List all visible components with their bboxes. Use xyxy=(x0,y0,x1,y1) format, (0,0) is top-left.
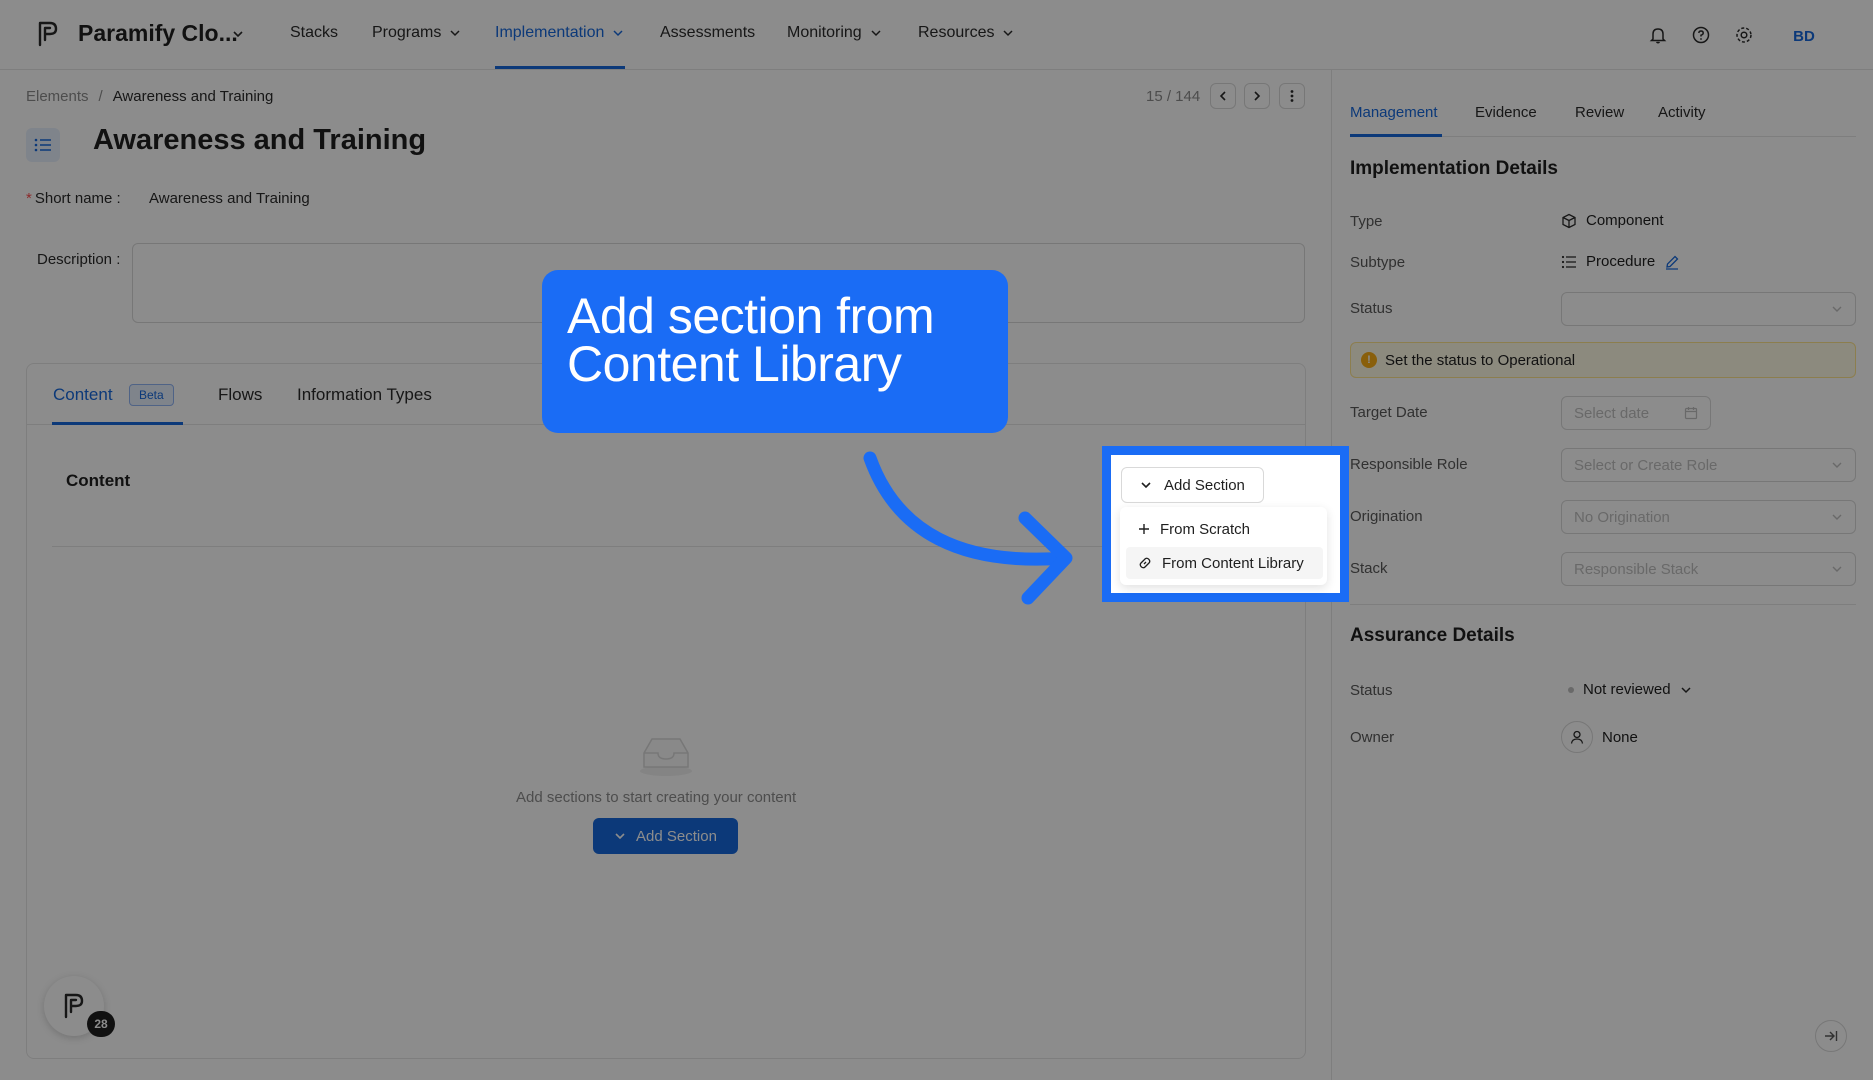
menu-item-from-scratch[interactable]: From Scratch xyxy=(1126,513,1323,545)
callout-line-1: Add section from xyxy=(567,288,935,344)
tutorial-callout: Add section from Content Library xyxy=(542,270,1008,433)
chevron-down-icon xyxy=(1141,482,1151,489)
arrow-icon xyxy=(863,451,1073,605)
plus-icon xyxy=(1139,524,1149,534)
menu-item-from-content-library[interactable]: From Content Library xyxy=(1126,547,1323,579)
link-icon xyxy=(1139,557,1151,569)
add-section-dropdown-button[interactable]: Add Section xyxy=(1121,467,1264,503)
callout-line-2: Content Library xyxy=(567,336,902,392)
